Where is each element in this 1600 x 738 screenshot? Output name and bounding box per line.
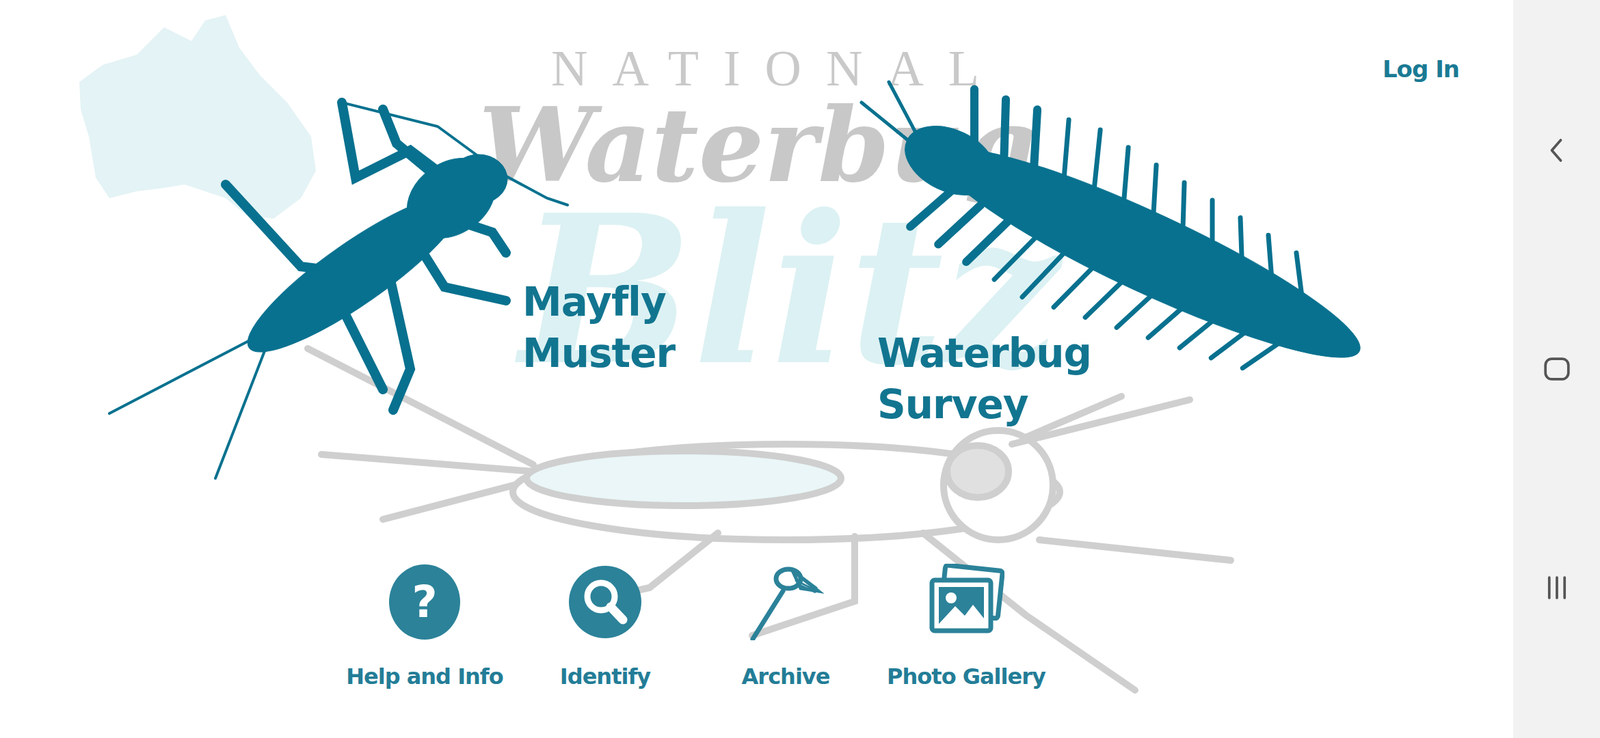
survey-slot: Mayfly Muster xyxy=(522,276,878,380)
help-icon: ? xyxy=(386,564,463,641)
recents-button[interactable] xyxy=(1529,560,1585,616)
system-navigation-bar xyxy=(1513,0,1600,738)
tool-label: Photo Gallery xyxy=(886,663,1046,691)
magnifier-icon xyxy=(566,564,644,641)
home-screen: NATIONAL Waterbug Blitz xyxy=(0,0,1514,738)
tool-label: Identify xyxy=(560,663,651,691)
login-link[interactable]: Log In xyxy=(1382,54,1460,84)
tool-button[interactable]: Identify xyxy=(514,564,696,691)
menu-area: Log In Mayfly Muster Waterbug Survey ? Hel… xyxy=(0,0,1514,738)
back-button[interactable] xyxy=(1529,123,1585,178)
recents-icon xyxy=(1537,568,1577,608)
gallery-icon xyxy=(927,564,1005,641)
tool-button[interactable]: Archive xyxy=(695,564,876,691)
back-icon xyxy=(1537,131,1577,170)
home-button[interactable] xyxy=(1529,341,1585,397)
survey-menu: Mayfly Muster Waterbug Survey xyxy=(0,276,1514,431)
tool-button[interactable]: ? Help and Info xyxy=(334,564,515,691)
home-icon xyxy=(1537,350,1577,389)
tool-label: Help and Info xyxy=(345,663,504,691)
tool-bar: ? Help and Info Identify Archive Photo Galle… xyxy=(0,564,1514,738)
logo-waterbug: Waterbug xyxy=(478,88,1036,202)
survey-link[interactable]: Waterbug Survey xyxy=(877,328,1092,431)
tool-label: Archive xyxy=(741,663,831,691)
tool-button[interactable]: Photo Gallery xyxy=(875,564,1057,691)
identify-icon xyxy=(566,564,644,641)
waterbug-art-icon xyxy=(0,0,1514,738)
help-icon: ? xyxy=(389,564,461,640)
net-icon xyxy=(747,564,824,641)
logo-artwork: NATIONAL Waterbug Blitz xyxy=(0,0,1514,738)
survey-link[interactable]: Mayfly Muster xyxy=(522,276,675,380)
logo-national: NATIONAL xyxy=(551,41,1004,97)
survey-slot: Waterbug Survey xyxy=(877,328,1092,431)
header: Log In xyxy=(0,0,1514,84)
archive-icon xyxy=(747,564,824,641)
photo-gallery-icon xyxy=(927,564,1005,641)
australia-map-icon xyxy=(0,0,1514,738)
